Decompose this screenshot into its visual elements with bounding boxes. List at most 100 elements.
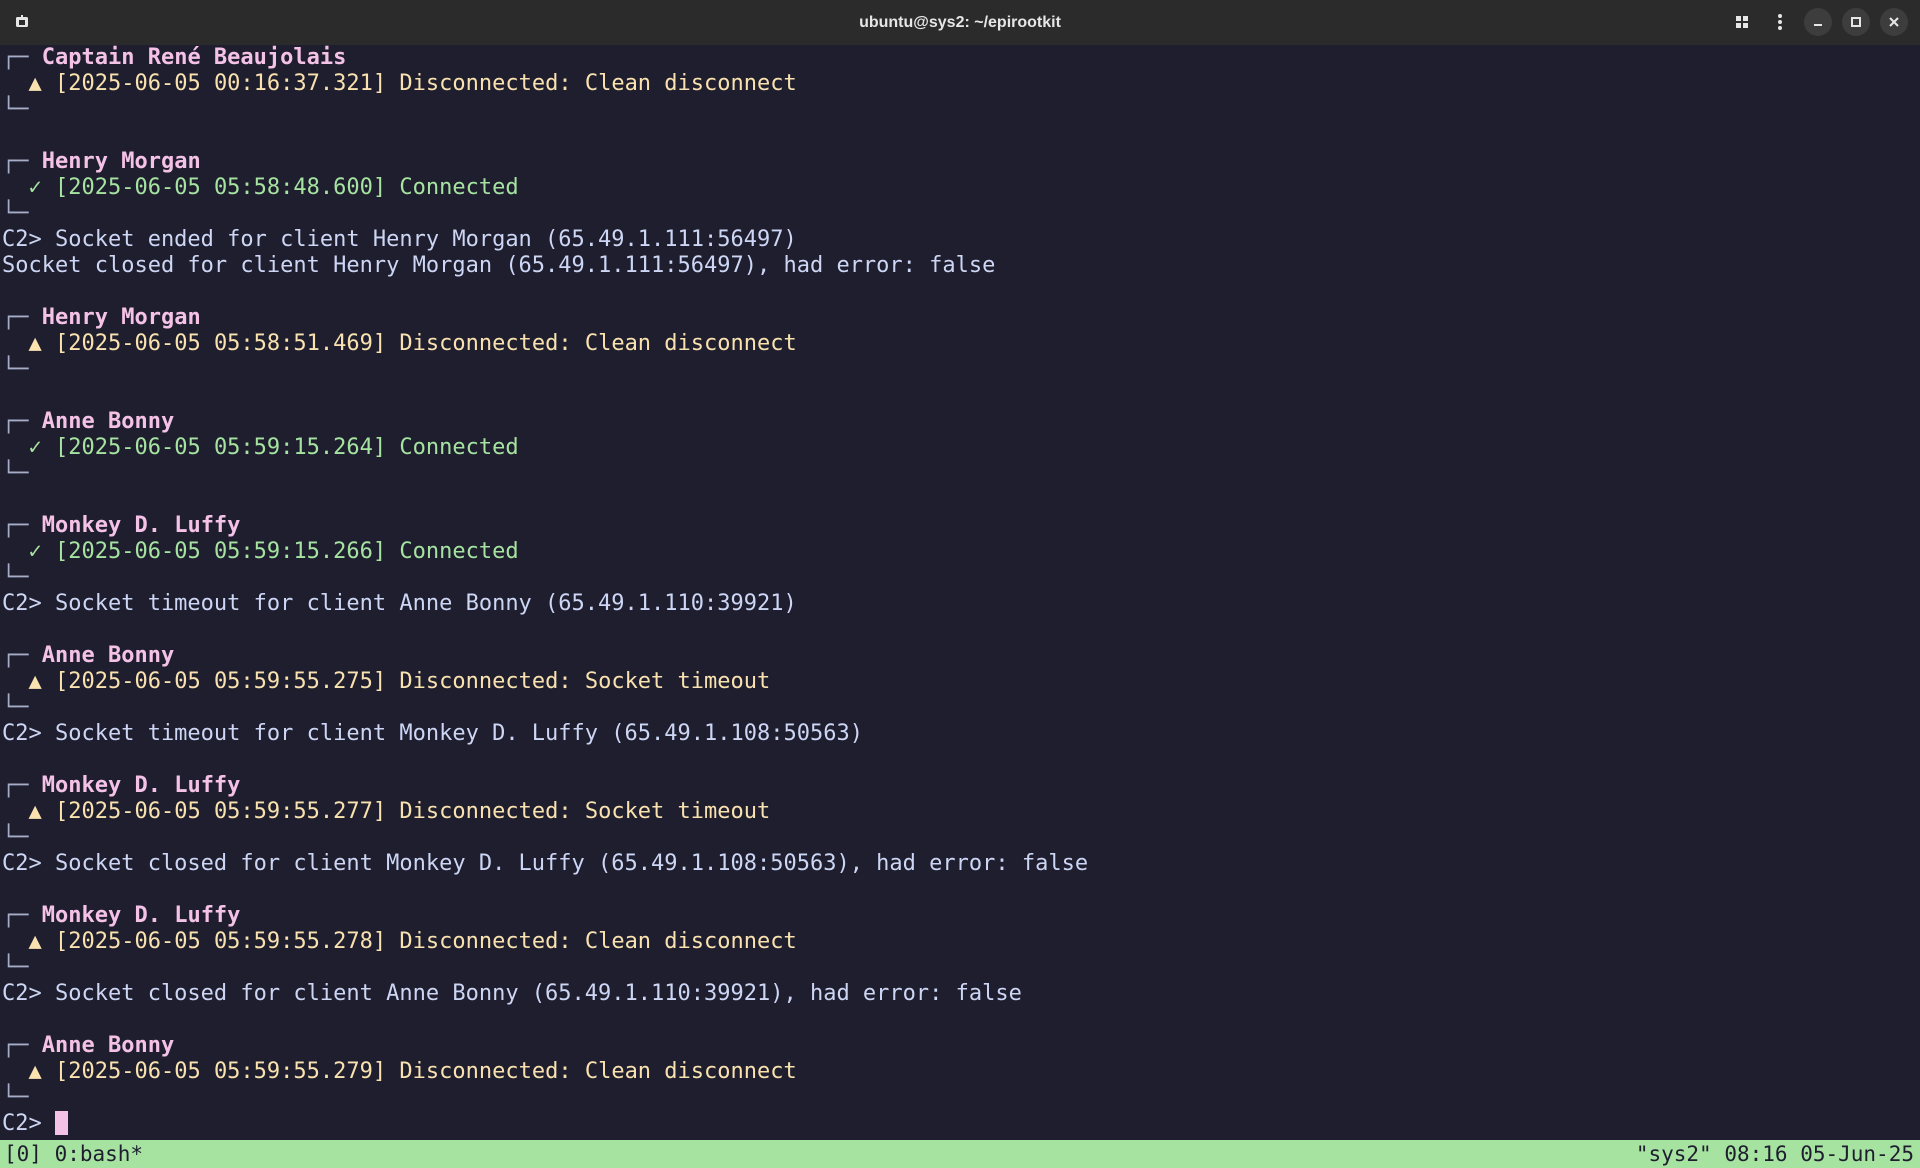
box-corner-top: ┌─ bbox=[2, 643, 42, 668]
box-corner-bottom: └─ bbox=[2, 461, 29, 486]
window-title: ubuntu@sys2: ~/epirootkit bbox=[859, 13, 1061, 31]
server-message-text: Socket closed for client Henry Morgan (6… bbox=[2, 253, 996, 278]
maximize-icon[interactable] bbox=[1842, 8, 1870, 36]
tmux-status-right: "sys2" 08:16 05-Jun-25 bbox=[1635, 1142, 1914, 1166]
event-timestamp: [2025-06-05 05:59:55.275] bbox=[55, 669, 387, 694]
client-event-status: ▲ [2025-06-05 05:59:55.275] Disconnected… bbox=[2, 669, 1920, 695]
grid-menu-icon[interactable] bbox=[1728, 8, 1756, 36]
client-name: Monkey D. Luffy bbox=[41, 903, 241, 928]
client-event-header: ┌─ Monkey D. Luffy bbox=[2, 513, 1920, 539]
box-corner-top: ┌─ bbox=[2, 45, 42, 70]
close-icon[interactable] bbox=[1880, 8, 1908, 36]
new-tab-icon[interactable] bbox=[14, 14, 30, 30]
event-timestamp: [2025-06-05 05:59:55.279] bbox=[55, 1059, 387, 1084]
event-detail: Clean disconnect bbox=[584, 929, 797, 954]
client-event-footer: └─ bbox=[2, 97, 1920, 123]
client-event-status: ▲ [2025-06-05 00:16:37.321] Disconnected… bbox=[2, 71, 1920, 97]
box-corner-bottom: └─ bbox=[2, 825, 29, 850]
box-corner-top: ┌─ bbox=[2, 409, 42, 434]
event-detail: Clean disconnect bbox=[584, 1059, 797, 1084]
box-corner-top: ┌─ bbox=[2, 773, 42, 798]
client-event-footer: └─ bbox=[2, 461, 1920, 487]
box-corner-top: ┌─ bbox=[2, 513, 42, 538]
client-event-status: ▲ [2025-06-05 05:59:55.277] Disconnected… bbox=[2, 799, 1920, 825]
event-label: Disconnected: bbox=[399, 669, 572, 694]
event-detail: Clean disconnect bbox=[584, 331, 797, 356]
client-name: Captain René Beaujolais bbox=[41, 45, 347, 70]
terminal-output[interactable]: ┌─ Captain René Beaujolais ▲ [2025-06-05… bbox=[0, 45, 1920, 1140]
client-event-header: ┌─ Captain René Beaujolais bbox=[2, 45, 1920, 71]
event-detail: Clean disconnect bbox=[584, 71, 797, 96]
warning-icon: ▲ bbox=[28, 669, 42, 694]
client-event-status: ▲ [2025-06-05 05:59:55.279] Disconnected… bbox=[2, 1059, 1920, 1085]
box-corner-bottom: └─ bbox=[2, 955, 29, 980]
terminal-window: ubuntu@sys2: ~/epirootkit ┌─ Captain Ren… bbox=[0, 0, 1920, 1168]
client-name: Anne Bonny bbox=[41, 643, 175, 668]
client-event-footer: └─ bbox=[2, 201, 1920, 227]
server-message: C2> Socket ended for client Henry Morgan… bbox=[2, 227, 1920, 253]
server-message: C2> Socket timeout for client Monkey D. … bbox=[2, 721, 1920, 747]
box-corner-top: ┌─ bbox=[2, 1033, 42, 1058]
box-corner-bottom: └─ bbox=[2, 201, 29, 226]
minimize-icon[interactable] bbox=[1804, 8, 1832, 36]
box-corner-bottom: └─ bbox=[2, 357, 29, 382]
client-name: Anne Bonny bbox=[41, 1033, 175, 1058]
event-timestamp: [2025-06-05 05:59:15.264] bbox=[55, 435, 387, 460]
tmux-window-list[interactable]: [0] 0:bash* bbox=[4, 1140, 143, 1168]
server-message-text: C2> Socket timeout for client Monkey D. … bbox=[2, 721, 863, 746]
kebab-menu-icon[interactable] bbox=[1766, 8, 1794, 36]
box-corner-top: ┌─ bbox=[2, 305, 42, 330]
box-corner-top: ┌─ bbox=[2, 149, 42, 174]
event-timestamp: [2025-06-05 05:59:15.266] bbox=[55, 539, 387, 564]
box-corner-bottom: └─ bbox=[2, 695, 29, 720]
server-message: Socket closed for client Henry Morgan (6… bbox=[2, 253, 1920, 279]
client-name: Henry Morgan bbox=[41, 149, 201, 174]
warning-icon: ▲ bbox=[28, 331, 42, 356]
client-event-header: ┌─ Anne Bonny bbox=[2, 1033, 1920, 1059]
event-detail: Socket timeout bbox=[584, 669, 771, 694]
client-event-footer: └─ bbox=[2, 695, 1920, 721]
client-event-status: ✓ [2025-06-05 05:59:15.266] Connected bbox=[2, 539, 1920, 565]
input-prompt-line[interactable]: C2> bbox=[2, 1111, 1920, 1137]
tmux-status-bar: [0] 0:bash* "sys2" 08:16 05-Jun-25 bbox=[0, 1140, 1920, 1168]
client-event-footer: └─ bbox=[2, 565, 1920, 591]
event-label: Disconnected: bbox=[399, 799, 572, 824]
check-icon: ✓ bbox=[28, 539, 42, 564]
client-event-header: ┌─ Henry Morgan bbox=[2, 149, 1920, 175]
server-message: C2> Socket timeout for client Anne Bonny… bbox=[2, 591, 1920, 617]
event-label: Disconnected: bbox=[399, 331, 572, 356]
prompt-text: C2> bbox=[2, 1111, 55, 1136]
box-corner-bottom: └─ bbox=[2, 565, 29, 590]
event-label: Connected bbox=[399, 175, 519, 200]
warning-icon: ▲ bbox=[28, 799, 42, 824]
check-icon: ✓ bbox=[28, 435, 42, 460]
client-name: Monkey D. Luffy bbox=[41, 773, 241, 798]
event-timestamp: [2025-06-05 05:58:51.469] bbox=[55, 331, 387, 356]
client-event-status: ✓ [2025-06-05 05:58:48.600] Connected bbox=[2, 175, 1920, 201]
event-label: Disconnected: bbox=[399, 1059, 572, 1084]
client-event-header: ┌─ Monkey D. Luffy bbox=[2, 773, 1920, 799]
client-event-status: ✓ [2025-06-05 05:59:15.264] Connected bbox=[2, 435, 1920, 461]
client-event-header: ┌─ Henry Morgan bbox=[2, 305, 1920, 331]
check-icon: ✓ bbox=[28, 175, 42, 200]
client-name: Henry Morgan bbox=[41, 305, 201, 330]
server-message-text: C2> Socket closed for client Monkey D. L… bbox=[2, 851, 1089, 876]
event-timestamp: [2025-06-05 00:16:37.321] bbox=[55, 71, 387, 96]
text-cursor[interactable] bbox=[54, 1111, 68, 1135]
client-event-footer: └─ bbox=[2, 955, 1920, 981]
event-label: Connected bbox=[399, 539, 519, 564]
event-label: Disconnected: bbox=[399, 929, 572, 954]
client-event-header: ┌─ Anne Bonny bbox=[2, 409, 1920, 435]
server-message-text: C2> Socket timeout for client Anne Bonny… bbox=[2, 591, 797, 616]
title-bar[interactable]: ubuntu@sys2: ~/epirootkit bbox=[0, 0, 1920, 45]
client-name: Anne Bonny bbox=[41, 409, 175, 434]
client-event-status: ▲ [2025-06-05 05:59:55.278] Disconnected… bbox=[2, 929, 1920, 955]
event-detail: Socket timeout bbox=[584, 799, 771, 824]
